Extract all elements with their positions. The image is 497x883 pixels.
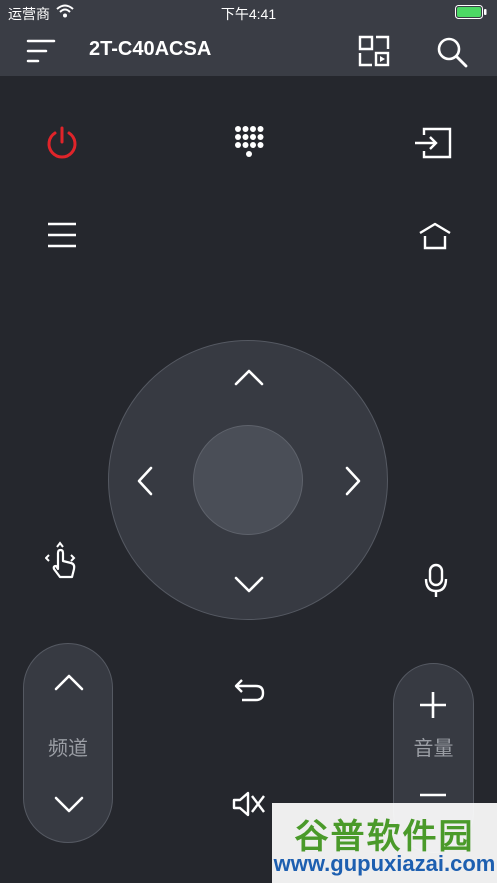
up-arrow-icon[interactable] bbox=[233, 367, 265, 387]
mute-icon[interactable] bbox=[232, 790, 266, 818]
back-icon[interactable] bbox=[232, 677, 266, 705]
screen-cast-icon[interactable] bbox=[358, 35, 390, 67]
volume-up-icon[interactable] bbox=[418, 690, 448, 720]
device-name: 2T-C40ACSA bbox=[89, 38, 212, 60]
search-icon[interactable] bbox=[436, 36, 468, 68]
clock: 下午4:41 bbox=[220, 6, 277, 22]
status-bar: 运营商 下午4:41 bbox=[0, 0, 497, 26]
channel-up-icon[interactable] bbox=[53, 672, 85, 692]
ok-button[interactable] bbox=[193, 425, 303, 535]
input-source-icon[interactable] bbox=[414, 127, 452, 159]
right-arrow-icon[interactable] bbox=[343, 465, 363, 497]
watermark: 谷普软件园 www.gupuxiazai.com bbox=[272, 803, 497, 883]
menu-icon[interactable] bbox=[26, 38, 56, 64]
left-arrow-icon[interactable] bbox=[135, 465, 155, 497]
top-navbar: 2T-C40ACSA bbox=[0, 26, 497, 76]
numpad-icon[interactable] bbox=[234, 125, 264, 159]
mic-icon[interactable] bbox=[424, 563, 448, 599]
down-arrow-icon[interactable] bbox=[233, 575, 265, 595]
touch-gesture-icon[interactable] bbox=[45, 539, 79, 579]
channel-control: 频道 bbox=[23, 643, 113, 843]
battery-icon bbox=[455, 5, 487, 19]
channel-down-icon[interactable] bbox=[53, 795, 85, 815]
home-icon[interactable] bbox=[418, 222, 452, 250]
direction-pad bbox=[108, 340, 388, 620]
volume-label: 音量 bbox=[413, 738, 454, 760]
menu-lines-icon[interactable] bbox=[47, 222, 77, 248]
power-icon[interactable] bbox=[45, 126, 79, 160]
watermark-url: www.gupuxiazai.com bbox=[273, 851, 496, 876]
channel-label: 频道 bbox=[48, 738, 88, 760]
